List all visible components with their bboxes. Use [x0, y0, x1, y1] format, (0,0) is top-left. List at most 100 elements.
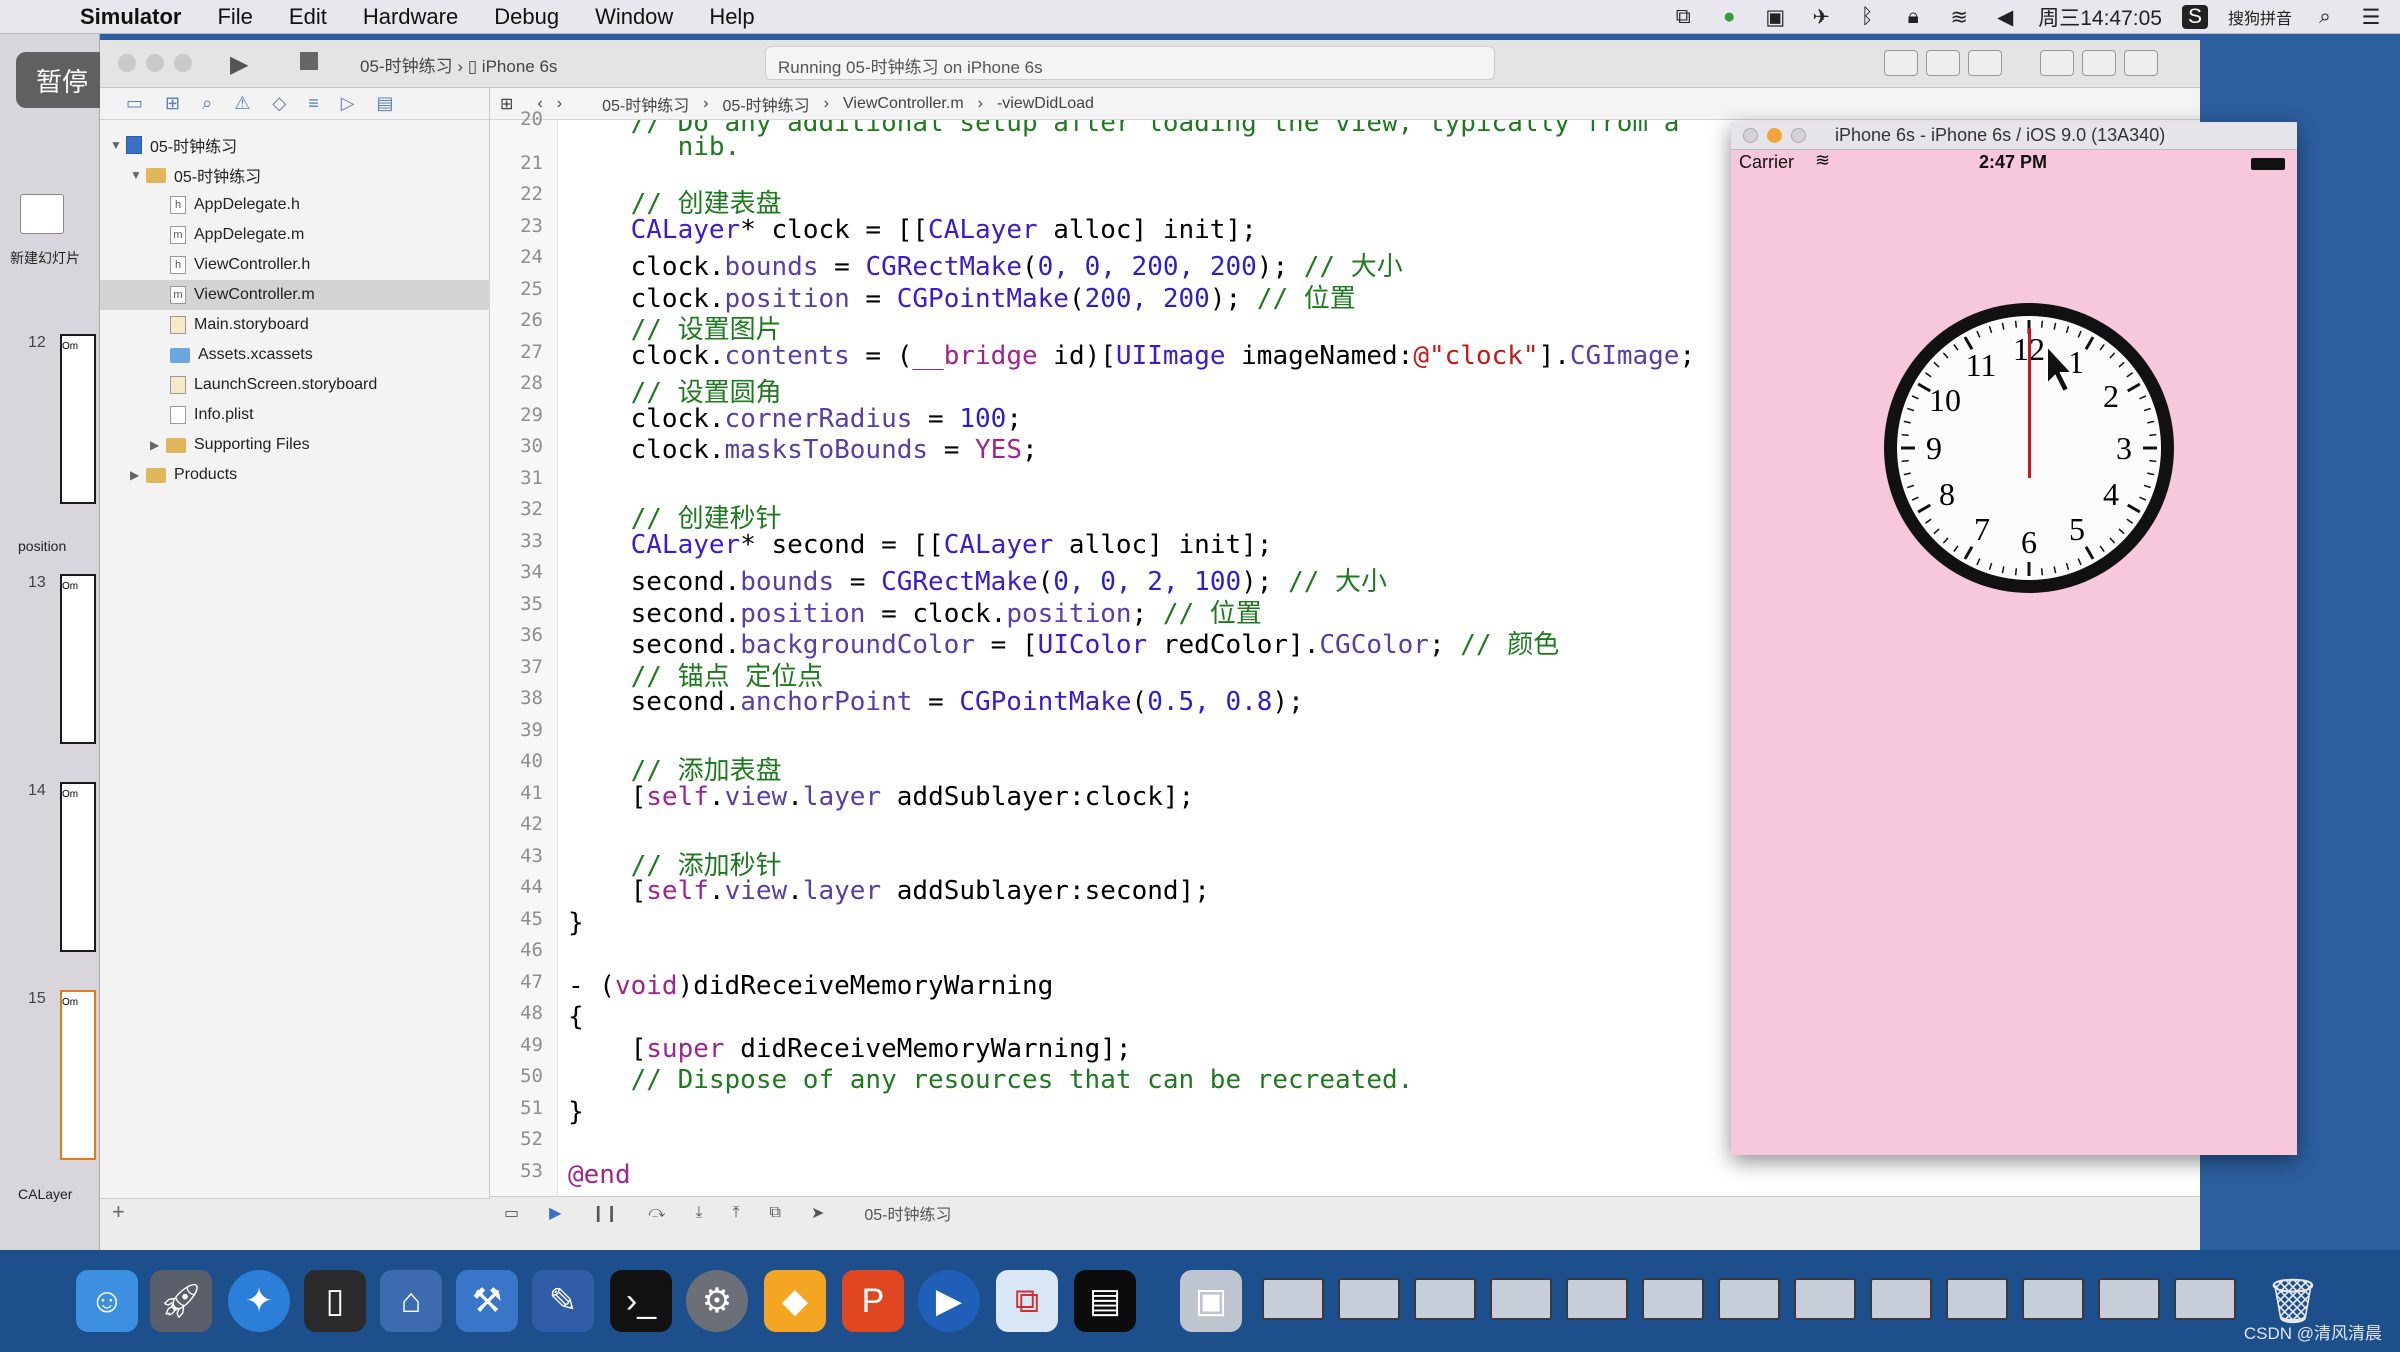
volume-icon[interactable]: ◀︎: [1992, 5, 2018, 30]
minimized-window[interactable]: [1566, 1278, 1628, 1320]
tree-file[interactable]: LaunchScreen.storyboard: [170, 370, 377, 400]
wifi-icon[interactable]: ≋: [1946, 5, 1972, 30]
xcode-icon[interactable]: ⚒: [456, 1270, 518, 1332]
sketch-icon[interactable]: ◆: [764, 1270, 826, 1332]
assistant-editor-icon[interactable]: [1926, 50, 1960, 76]
minimized-window[interactable]: [1338, 1278, 1400, 1320]
sim-minimize-button[interactable]: [1767, 128, 1782, 143]
menu-debug[interactable]: Debug: [494, 4, 559, 30]
mouse-app-icon[interactable]: ▯: [304, 1270, 366, 1332]
window-minimize-button[interactable]: [146, 54, 164, 72]
symbol-icon[interactable]: ⊞: [165, 93, 180, 114]
camera-icon[interactable]: ▣: [1762, 5, 1788, 30]
keynote-icon[interactable]: ⌂: [380, 1270, 442, 1332]
breakpoints-toggle-icon[interactable]: ▶: [549, 1203, 561, 1223]
debug-icon[interactable]: ≡: [308, 93, 319, 114]
warning-icon[interactable]: ⚠: [234, 93, 250, 114]
menu-edit[interactable]: Edit: [289, 4, 327, 30]
disclosure-down-icon[interactable]: ▼: [130, 168, 146, 182]
minimized-window[interactable]: [1718, 1278, 1780, 1320]
section-calayer-label[interactable]: CALayer: [18, 1186, 72, 1202]
utilities-toggle-icon[interactable]: [2124, 50, 2158, 76]
new-slide-icon[interactable]: [20, 194, 64, 234]
tree-file[interactable]: h AppDelegate.h: [170, 190, 300, 220]
menu-hardware[interactable]: Hardware: [363, 4, 458, 30]
instruments-icon[interactable]: ✎: [532, 1270, 594, 1332]
jump-file[interactable]: ViewController.m: [843, 95, 964, 113]
minimized-window[interactable]: [1946, 1278, 2008, 1320]
jump-group[interactable]: 05-时钟练习: [723, 92, 810, 116]
minimized-window[interactable]: [1642, 1278, 1704, 1320]
simulator-dock-icon[interactable]: ▣: [1180, 1270, 1242, 1332]
tree-file[interactable]: m AppDelegate.m: [170, 220, 304, 250]
add-button[interactable]: +: [112, 1199, 125, 1224]
terminal-icon[interactable]: ›_: [610, 1270, 672, 1332]
ime-label[interactable]: 搜狗拼音: [2228, 5, 2292, 29]
console-icon[interactable]: ▤: [1074, 1270, 1136, 1332]
tree-group[interactable]: ▶ Products: [130, 460, 237, 490]
menu-file[interactable]: File: [217, 4, 252, 30]
minimized-window[interactable]: [1870, 1278, 1932, 1320]
slide-thumbnail-selected[interactable]: Om: [60, 990, 96, 1160]
powerpoint-icon[interactable]: P: [842, 1270, 904, 1332]
hide-debug-icon[interactable]: ▭: [504, 1203, 519, 1223]
step-in-icon[interactable]: ⤓: [695, 1204, 702, 1222]
window-close-button[interactable]: [118, 54, 136, 72]
debug-target-label[interactable]: 05-时钟练习: [864, 1201, 951, 1225]
new-slide-label[interactable]: 新建幻灯片: [10, 248, 80, 268]
test-icon[interactable]: ◇: [272, 93, 286, 114]
ime-icon[interactable]: S: [2181, 5, 2208, 29]
sim-zoom-button[interactable]: [1791, 128, 1806, 143]
menubar-clock[interactable]: 周三14:47:05: [2038, 2, 2162, 32]
menu-help[interactable]: Help: [709, 4, 754, 30]
pause-execution-icon[interactable]: ❙❙: [591, 1203, 618, 1223]
disclosure-right-icon[interactable]: ▶: [130, 468, 146, 482]
standard-editor-icon[interactable]: [1884, 50, 1918, 76]
view-hierarchy-icon[interactable]: ⧉: [770, 1204, 781, 1222]
debug-area-toggle-icon[interactable]: [2082, 50, 2116, 76]
slide-thumbnail[interactable]: Om: [60, 334, 96, 504]
version-editor-icon[interactable]: [1968, 50, 2002, 76]
line-number-gutter[interactable]: 20 21 22 23 24 25 26 27 28 29 30 31 32 3…: [490, 108, 558, 1196]
stop-button[interactable]: [300, 52, 318, 70]
jump-method[interactable]: -viewDidLoad: [997, 95, 1094, 113]
quicktime-icon[interactable]: ▶: [918, 1270, 980, 1332]
spotlight-icon[interactable]: ⌕: [2312, 5, 2338, 29]
section-position-label[interactable]: position: [18, 538, 66, 554]
navigator-toggle-icon[interactable]: [2040, 50, 2074, 76]
tree-group[interactable]: ▶ Supporting Files: [150, 430, 310, 460]
screen-sharing-icon[interactable]: ⧉: [996, 1270, 1058, 1332]
minimized-window[interactable]: [1794, 1278, 1856, 1320]
jump-project[interactable]: 05-时钟练习: [602, 92, 689, 116]
search-icon[interactable]: ⌕: [202, 93, 212, 114]
lock-icon[interactable]: 🔒︎: [1900, 5, 1926, 29]
menu-window[interactable]: Window: [595, 4, 673, 30]
forward-icon[interactable]: ›: [557, 95, 562, 113]
airplane-icon[interactable]: ✈: [1808, 5, 1834, 30]
status-app-icon[interactable]: ●: [1716, 5, 1742, 29]
disclosure-right-icon[interactable]: ▶: [150, 438, 166, 452]
tree-project[interactable]: ▼ 05-时钟练习: [110, 130, 237, 160]
folder-icon[interactable]: ▭: [126, 93, 143, 114]
scheme-selector[interactable]: 05-时钟练习 › ▯ iPhone 6s: [360, 52, 557, 77]
disclosure-down-icon[interactable]: ▼: [110, 138, 126, 152]
menu-app-simulator[interactable]: Simulator: [80, 4, 181, 30]
breakpoint-icon[interactable]: ▷: [341, 93, 355, 114]
tree-group[interactable]: ▼ 05-时钟练习: [130, 160, 261, 190]
launchpad-icon[interactable]: 🚀︎: [150, 1270, 212, 1332]
window-zoom-button[interactable]: [174, 54, 192, 72]
report-icon[interactable]: ▤: [377, 93, 394, 114]
minimized-window[interactable]: [1262, 1278, 1324, 1320]
safari-icon[interactable]: ✦: [228, 1270, 290, 1332]
screen-mirror-icon[interactable]: ⧉: [1670, 5, 1696, 29]
location-icon[interactable]: ➤: [811, 1203, 824, 1223]
slide-thumbnail[interactable]: Om: [60, 574, 96, 744]
minimized-window[interactable]: [2022, 1278, 2084, 1320]
notification-center-icon[interactable]: ☰: [2358, 5, 2384, 30]
system-preferences-icon[interactable]: ⚙: [686, 1270, 748, 1332]
simulator-titlebar[interactable]: iPhone 6s - iPhone 6s / iOS 9.0 (13A340): [1731, 122, 2297, 150]
minimized-window[interactable]: [2098, 1278, 2160, 1320]
tree-file[interactable]: h ViewController.h: [170, 250, 310, 280]
bluetooth-icon[interactable]: ᛒ: [1854, 5, 1880, 29]
minimized-window[interactable]: [2174, 1278, 2236, 1320]
